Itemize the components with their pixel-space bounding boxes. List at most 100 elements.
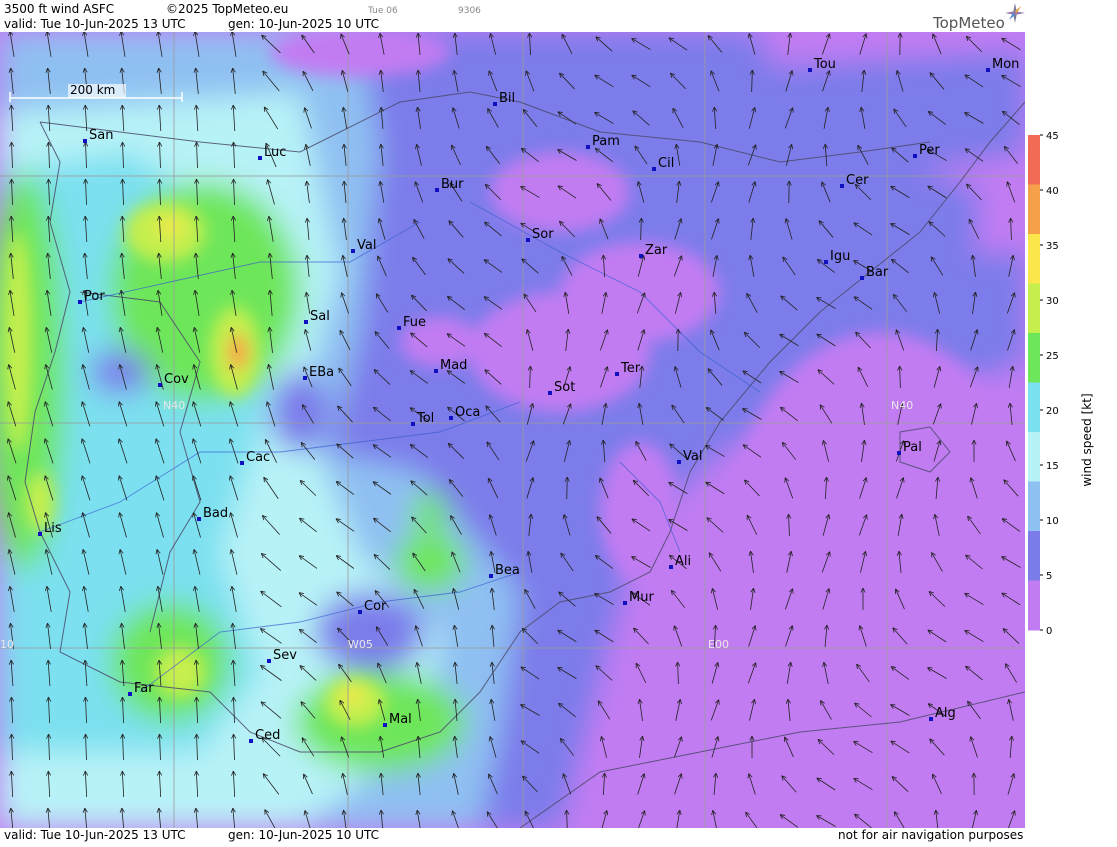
city-marker: [258, 156, 262, 160]
city-label: Cer: [846, 173, 869, 188]
wind-arrow-head: [669, 482, 674, 483]
wind-arrow-head: [571, 404, 572, 409]
city-label: EBa: [309, 365, 334, 380]
city-marker: [411, 422, 415, 426]
city-label: Bad: [203, 506, 228, 521]
city-marker: [586, 145, 590, 149]
scale-label: 200 km: [70, 83, 115, 97]
city-label: Mal: [389, 712, 412, 727]
city-marker: [434, 369, 438, 373]
wind-arrow-head: [682, 256, 683, 261]
wind-arrow-head: [1002, 38, 1007, 39]
city-label: Bur: [441, 177, 464, 192]
city-marker: [615, 372, 619, 376]
city-marker: [197, 517, 201, 521]
city-label: Mon: [992, 57, 1019, 72]
city-marker: [639, 254, 643, 258]
brand-name: TopMeteo: [933, 14, 1005, 32]
wind-arrow-head: [415, 182, 416, 187]
city-marker: [304, 320, 308, 324]
wind-arrow-head: [867, 515, 868, 520]
city-marker: [493, 102, 497, 106]
city-label: Mur: [629, 590, 654, 605]
legend-swatch: [1028, 135, 1040, 185]
city-label: Igu: [830, 249, 850, 264]
city-marker: [83, 139, 87, 143]
city-marker: [435, 188, 439, 192]
generated-time: gen: 10-Jun-2025 10 UTC: [228, 17, 379, 31]
wind-arrow-head: [632, 75, 637, 76]
wind-arrow-head: [521, 223, 526, 224]
legend-tick-label: 25: [1046, 351, 1059, 362]
wind-arrow-head: [1007, 182, 1008, 187]
footer-generated-time: gen: 10-Jun-2025 10 UTC: [228, 828, 379, 842]
wind-arrow-head: [756, 145, 757, 150]
wind-arrow-head: [830, 552, 831, 557]
city-label: Lis: [44, 521, 62, 536]
wind-map[interactable]: N40N40W05E0010 SanLucBilPamTouMonPerCilC…: [0, 32, 1025, 828]
disclaimer: not for air navigation purposes: [838, 828, 1023, 842]
city-label: Cor: [364, 599, 387, 614]
city-marker: [677, 460, 681, 464]
wind-arrow-head: [817, 334, 822, 335]
legend-swatch: [1028, 432, 1040, 482]
legend-tick-label: 5: [1046, 571, 1052, 582]
legend-swatch: [1028, 531, 1040, 581]
wind-arrow-head: [558, 630, 563, 631]
city-label: Ced: [255, 728, 280, 743]
city-label: San: [89, 128, 113, 143]
city-label: Ali: [675, 554, 691, 569]
city-label: Ter: [620, 361, 641, 376]
copyright: ©2025 TopMeteo.eu: [166, 2, 288, 16]
legend-tick-label: 0: [1046, 626, 1052, 637]
wind-arrow-head: [706, 482, 711, 483]
wind-arrow-head: [928, 186, 933, 187]
city-marker: [526, 238, 530, 242]
legend-swatch: [1028, 482, 1040, 532]
legend-tick-label: 15: [1046, 461, 1059, 472]
city-marker: [840, 184, 844, 188]
wind-arrow-head: [793, 589, 794, 594]
wind-arrow-head: [719, 700, 720, 705]
legend-tick-label: 45: [1046, 131, 1059, 142]
day-tab[interactable]: Tue 06: [368, 4, 398, 18]
legend-tick-label: 35: [1046, 241, 1059, 252]
city-marker: [383, 723, 387, 727]
wind-arrow-head: [674, 626, 675, 631]
city-label: Mad: [440, 358, 467, 373]
legend-colorbar: 454035302520151050: [1025, 0, 1117, 843]
city-label: Cac: [246, 450, 270, 465]
city-label: Bil: [499, 91, 515, 106]
city-marker: [652, 167, 656, 171]
wind-speed-field: N40N40W05E0010 SanLucBilPamTouMonPerCilC…: [0, 32, 1025, 828]
city-marker: [158, 383, 162, 387]
product-title: 3500 ft wind ASFC: [4, 2, 114, 16]
wind-arrow-head: [534, 441, 535, 446]
city-label: Bea: [495, 563, 520, 578]
city-marker: [303, 376, 307, 380]
city-marker: [358, 610, 362, 614]
grid-label: N40: [163, 399, 185, 412]
footer-valid-time: valid: Tue 10-Jun-2025 13 UTC: [4, 828, 185, 842]
city-label: Sev: [273, 648, 297, 663]
city-marker: [397, 326, 401, 330]
legend-swatch: [1028, 581, 1040, 631]
city-marker: [38, 532, 42, 536]
city-marker: [267, 659, 271, 663]
scale-bar: 200 km: [8, 84, 186, 110]
city-marker: [351, 249, 355, 253]
wind-arrow-head: [1015, 293, 1016, 298]
city-label: Pal: [903, 440, 922, 455]
city-label: Tol: [416, 411, 434, 426]
city-marker: [897, 451, 901, 455]
city-marker: [986, 68, 990, 72]
legend-tick-label: 10: [1046, 516, 1059, 527]
wind-arrow-head: [978, 367, 979, 372]
legend-tick-label: 30: [1046, 296, 1059, 307]
wind-arrow-head: [793, 108, 794, 113]
wind-speed-legend: 454035302520151050 wind speed [kt]: [1025, 0, 1117, 843]
city-marker: [548, 391, 552, 395]
grid-label: 10: [0, 638, 14, 651]
city-label: Sal: [310, 309, 330, 324]
city-label: Sor: [532, 227, 554, 242]
